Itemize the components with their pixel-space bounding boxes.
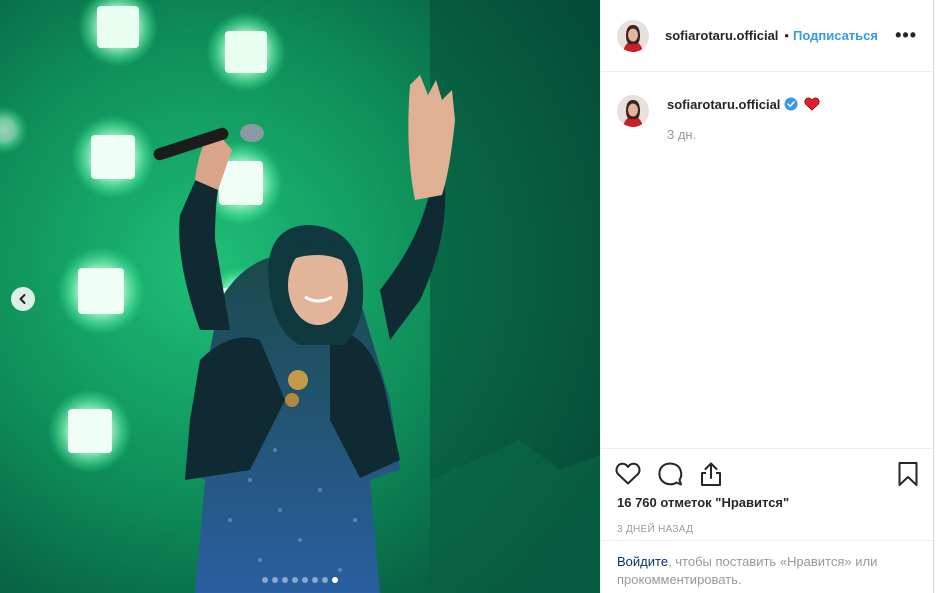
- post-header: sofiarotaru.official • Подписаться •••: [601, 0, 933, 72]
- carousel-dot: [302, 577, 308, 583]
- carousel-dot: [322, 577, 328, 583]
- header-username[interactable]: sofiarotaru.official: [665, 28, 778, 43]
- carousel-dot: [312, 577, 318, 583]
- follow-button[interactable]: Подписаться: [793, 28, 878, 43]
- carousel-dot: [282, 577, 288, 583]
- bookmark-icon[interactable]: [897, 461, 919, 487]
- chevron-left-icon: [16, 292, 30, 306]
- avatar[interactable]: [617, 19, 649, 52]
- carousel-dot: [262, 577, 268, 583]
- post-photo[interactable]: [0, 0, 600, 593]
- heart-icon[interactable]: [615, 462, 641, 486]
- concert-photo-image: [0, 0, 600, 593]
- comment-icon[interactable]: [657, 461, 683, 487]
- carousel-dot-active: [332, 577, 338, 583]
- carousel-dot: [272, 577, 278, 583]
- post-side-panel: sofiarotaru.official • Подписаться ••• s…: [600, 0, 934, 593]
- header-separator: •: [784, 28, 789, 43]
- comment-username[interactable]: sofiarotaru.official: [667, 97, 780, 112]
- post-time: 3 ДНЕЙ НАЗАД: [617, 524, 694, 535]
- comment-timestamp: 3 дн.: [667, 127, 697, 142]
- caption-comment: sofiarotaru.official 3 дн.: [617, 95, 821, 142]
- red-heart-icon: [804, 97, 821, 111]
- likes-count[interactable]: 16 760 отметок "Нравится": [601, 495, 933, 510]
- share-icon[interactable]: [699, 461, 723, 487]
- avatar[interactable]: [617, 95, 649, 127]
- verified-badge-icon: [784, 97, 798, 111]
- carousel-dot: [292, 577, 298, 583]
- login-prompt: Войдите, чтобы поставить «Нравится» или …: [601, 540, 933, 589]
- login-link[interactable]: Войдите: [617, 554, 668, 569]
- post-actions: 16 760 отметок "Нравится" 3 ДНЕЙ НАЗАД: [601, 448, 933, 535]
- carousel-indicator: [0, 577, 600, 583]
- more-options-button[interactable]: •••: [895, 25, 917, 46]
- carousel-prev-button[interactable]: [11, 287, 35, 311]
